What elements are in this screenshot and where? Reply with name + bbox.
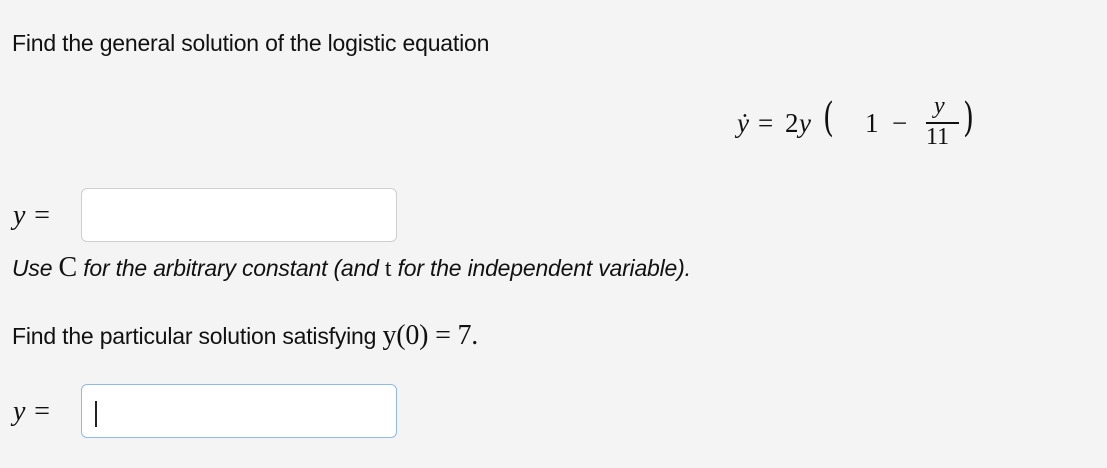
note-middle: for the arbitrary constant (and [83, 255, 379, 281]
instruction-note: Use C for the arbitrary constant (and t … [12, 252, 691, 284]
eq-var: y [799, 108, 811, 138]
logistic-equation: ẏ = 2 y ( 1 − y 11 ) [737, 88, 997, 160]
eq-equals: = [758, 108, 774, 138]
note-constant: C [58, 252, 78, 283]
particular-solution-input[interactable] [81, 384, 397, 438]
note-suffix: for the independent variable). [397, 255, 691, 281]
general-solution-input[interactable] [81, 188, 397, 242]
question-particular-solution: Find the particular solution satisfying … [12, 320, 478, 352]
q2-text: Find the particular solution satisfying [12, 323, 377, 349]
note-variable: t [384, 256, 392, 282]
eq-frac-numerator: y [934, 93, 945, 119]
eq-one: 1 [865, 108, 879, 138]
eq-minus: − [892, 108, 908, 138]
text-caret [95, 401, 97, 427]
eq-coef: 2 [785, 108, 799, 138]
eq-paren-open: ( [823, 95, 834, 141]
answer1-label: y = [13, 200, 52, 231]
eq-lhs: ẏ [737, 108, 749, 138]
answer2-label: y = [13, 396, 52, 427]
q2-condition: y(0) = 7. [382, 320, 479, 351]
eq-paren-close: ) [963, 95, 974, 141]
note-prefix: Use [12, 255, 53, 281]
eq-frac-denominator: 11 [926, 124, 950, 150]
question-general-solution: Find the general solution of the logisti… [12, 30, 490, 56]
